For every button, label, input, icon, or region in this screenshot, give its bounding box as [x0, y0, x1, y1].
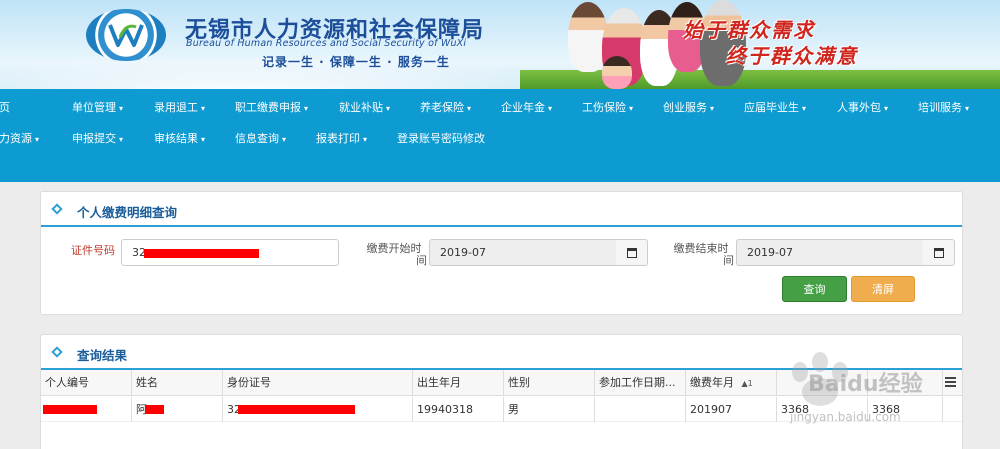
chevron-down-icon: ▾: [363, 135, 368, 144]
watermark-subtext: jingyan.baidu.com: [790, 410, 901, 424]
nav-enterprise-annuity[interactable]: 企业年金 ▾: [501, 99, 552, 115]
redaction-mark: [43, 405, 97, 414]
banner-slogan: 记录一生 · 保障一生 · 服务一生: [262, 55, 450, 69]
chevron-down-icon: ▾: [802, 104, 807, 113]
result-panel-title: 查询结果: [77, 348, 128, 363]
start-date-input[interactable]: 2019-07: [429, 239, 617, 266]
cell-work-start-date: [595, 397, 686, 422]
diamond-icon: [51, 203, 63, 215]
nav-report-print[interactable]: 报表打印 ▾: [316, 130, 367, 146]
bureau-logo-icon: [86, 9, 166, 61]
nav-training-service[interactable]: 培训服务 ▾: [918, 99, 969, 115]
diamond-icon: [51, 346, 63, 358]
query-panel-title: 个人缴费明细查询: [77, 205, 178, 220]
nav-pension-insurance[interactable]: 养老保险 ▾: [420, 99, 471, 115]
nav-human-resources[interactable]: 力资源 ▾: [0, 130, 39, 146]
nav-startup-service[interactable]: 创业服务 ▾: [663, 99, 714, 115]
end-date-label: 缴费结束时 间: [673, 242, 735, 267]
header-banner: 无锡市人力资源和社会保障局 Bureau of Human Resources …: [0, 0, 1000, 89]
cell-payment-month: 201907: [686, 397, 777, 422]
chevron-down-icon: ▾: [884, 104, 889, 113]
calendar-icon: [627, 248, 637, 258]
col-work-start-date[interactable]: 参加工作日期...: [595, 370, 686, 396]
col-name[interactable]: 姓名: [132, 370, 223, 396]
col-payment-month[interactable]: 缴费年月 ▲1: [686, 370, 777, 396]
clear-button[interactable]: 清屏: [851, 276, 915, 302]
chevron-down-icon: ▾: [304, 104, 309, 113]
cell-gender: 男: [504, 397, 595, 422]
chevron-down-icon: ▾: [710, 104, 715, 113]
column-menu-icon[interactable]: [945, 377, 956, 387]
nav-info-query[interactable]: 信息查询 ▾: [235, 130, 286, 146]
chevron-down-icon: ▾: [35, 135, 40, 144]
nav-employment-subsidy[interactable]: 就业补贴 ▾: [339, 99, 390, 115]
redaction-mark: [145, 405, 164, 414]
end-date-input[interactable]: 2019-07: [736, 239, 924, 266]
query-button[interactable]: 查询: [782, 276, 847, 302]
chevron-down-icon: ▾: [965, 104, 970, 113]
end-date-calendar-button[interactable]: [923, 239, 955, 266]
watermark-text: Baidu经验: [808, 372, 923, 397]
chevron-down-icon: ▾: [119, 135, 124, 144]
chevron-down-icon: ▾: [629, 104, 634, 113]
banner-motto-line2: 终于群众满意: [726, 44, 858, 68]
col-gender[interactable]: 性别: [504, 370, 595, 396]
redaction-mark: [238, 405, 355, 414]
nav-hire-dismiss[interactable]: 录用退工 ▾: [154, 99, 205, 115]
query-panel-header: 个人缴费明细查询: [41, 192, 962, 227]
start-date-label: 缴费开始时 间: [366, 242, 428, 267]
calendar-icon: [934, 248, 944, 258]
result-panel-header: 查询结果: [41, 335, 962, 370]
banner-motto-line1: 始于群众需求: [683, 18, 815, 42]
chevron-down-icon: ▾: [282, 135, 287, 144]
chevron-down-icon: ▾: [548, 104, 553, 113]
nav-review-results[interactable]: 审核结果 ▾: [154, 130, 205, 146]
sort-ascending-icon: ▲1: [741, 379, 753, 388]
cell-birth-date: 19940318: [413, 397, 504, 422]
chevron-down-icon: ▾: [386, 104, 391, 113]
nav-unit-management[interactable]: 单位管理 ▾: [72, 99, 123, 115]
chevron-down-icon: ▾: [201, 135, 206, 144]
nav-injury-insurance[interactable]: 工伤保险 ▾: [582, 99, 633, 115]
nav-change-password[interactable]: 登录账号密码修改: [397, 130, 485, 146]
main-nav: 页 单位管理 ▾ 录用退工 ▾ 职工缴费申报 ▾ 就业补贴 ▾ 养老保险 ▾ 企业年金 ▾ …: [0, 89, 1000, 182]
nav-graduates[interactable]: 应届毕业生 ▾: [744, 99, 806, 115]
redaction-mark: [144, 249, 259, 258]
banner-title-english: Bureau of Human Resources and Social Sec…: [186, 38, 467, 49]
nav-hr-outsourcing[interactable]: 人事外包 ▾: [837, 99, 888, 115]
nav-home[interactable]: 页: [0, 99, 10, 115]
id-number-label: 证件号码: [71, 244, 115, 257]
start-date-calendar-button[interactable]: [616, 239, 648, 266]
query-panel: 个人缴费明细查询 证件号码 32 缴费开始时 间 2019-07 缴费结束时 间…: [40, 191, 963, 315]
nav-employee-payment[interactable]: 职工缴费申报 ▾: [235, 99, 308, 115]
chevron-down-icon: ▾: [467, 104, 472, 113]
chevron-down-icon: ▾: [119, 104, 124, 113]
col-birth-date[interactable]: 出生年月: [413, 370, 504, 396]
col-id-number[interactable]: 身份证号: [223, 370, 413, 396]
nav-submit-declaration[interactable]: 申报提交 ▾: [72, 130, 123, 146]
chevron-down-icon: ▾: [201, 104, 206, 113]
col-person-id[interactable]: 个人编号: [41, 370, 132, 396]
